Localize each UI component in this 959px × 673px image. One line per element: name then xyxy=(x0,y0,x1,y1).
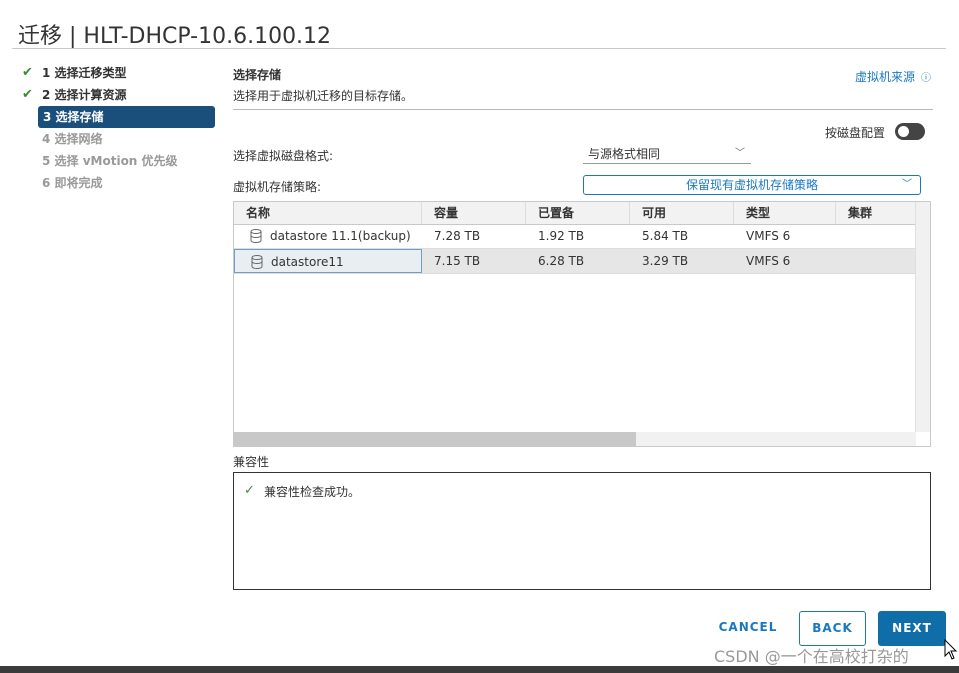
cell-free: 3.29 TB xyxy=(642,254,689,268)
column-header-name[interactable]: 名称 xyxy=(234,202,422,224)
taskbar-strip xyxy=(0,666,959,673)
cell-provisioned: 1.92 TB xyxy=(538,229,585,243)
cell-cluster xyxy=(836,224,916,248)
cell-capacity: 7.28 TB xyxy=(434,229,481,243)
cancel-button[interactable]: CANCEL xyxy=(712,611,784,646)
watermark: CSDN @一个在高校打杂的 xyxy=(714,647,909,666)
step-label: 6 即将完成 xyxy=(42,176,103,190)
back-button[interactable]: BACK xyxy=(799,611,866,646)
check-icon: ✔ xyxy=(22,65,33,80)
table-header: 名称 容量 已置备 可用 类型 集群 xyxy=(234,202,916,225)
step-label: 5 选择 vMotion 优先级 xyxy=(42,154,178,168)
column-header-capacity[interactable]: 容量 xyxy=(422,202,526,224)
column-header-cluster[interactable]: 集群 xyxy=(836,202,916,224)
step-label: 3 选择存储 xyxy=(43,110,104,124)
column-header-type[interactable]: 类型 xyxy=(734,202,836,224)
mouse-cursor-icon xyxy=(944,639,958,660)
per-disk-label: 按磁盘配置 xyxy=(825,126,886,140)
vertical-scrollbar[interactable] xyxy=(915,202,930,432)
cell-capacity: 7.15 TB xyxy=(434,254,481,268)
datastore-table: 名称 容量 已置备 可用 类型 集群 datastore 11.1(backup… xyxy=(233,201,931,447)
cell-type: VMFS 6 xyxy=(746,229,791,243)
section-title: 选择存储 xyxy=(233,68,282,82)
vm-origin-link[interactable]: 虚拟机来源 ⓘ xyxy=(855,68,931,85)
chevron-down-icon: ﹀ xyxy=(735,148,745,159)
table-row[interactable]: datastore 11.1(backup) 7.28 TB 1.92 TB 5… xyxy=(234,224,916,249)
datastore-icon xyxy=(250,229,262,243)
vm-origin-label: 虚拟机来源 xyxy=(854,70,915,84)
compatibility-panel: ✓ 兼容性检查成功。 xyxy=(233,472,931,590)
chevron-down-icon: ﹀ xyxy=(902,179,912,190)
cell-type: VMFS 6 xyxy=(746,254,791,268)
section-description: 选择用于虚拟机迁移的目标存储。 xyxy=(233,89,414,103)
info-icon: ⓘ xyxy=(921,73,931,84)
next-button[interactable]: NEXT xyxy=(878,611,946,646)
compatibility-label: 兼容性 xyxy=(233,455,270,469)
storage-policy-value: 保留现有虚拟机存储策略 xyxy=(685,178,818,192)
cell-cluster xyxy=(836,249,916,273)
step-3-active[interactable]: 3 选择存储 xyxy=(38,106,215,128)
per-disk-toggle[interactable] xyxy=(895,123,925,140)
step-1[interactable]: ✔ 1 选择迁移类型 xyxy=(22,62,216,84)
storage-policy-select[interactable]: 保留现有虚拟机存储策略 ﹀ xyxy=(583,175,921,195)
column-header-provisioned[interactable]: 已置备 xyxy=(526,202,630,224)
step-label: 4 选择网络 xyxy=(42,132,103,146)
table-row-selected[interactable]: datastore11 7.15 TB 6.28 TB 3.29 TB VMFS… xyxy=(234,249,916,274)
disk-format-value: 与源格式相同 xyxy=(588,147,661,161)
step-4: 4 选择网络 xyxy=(22,128,216,150)
cell-name: datastore 11.1(backup) xyxy=(234,224,422,248)
step-5: 5 选择 vMotion 优先级 xyxy=(22,150,216,172)
cell-provisioned: 6.28 TB xyxy=(538,254,585,268)
datastore-icon xyxy=(251,255,263,269)
storage-policy-label: 虚拟机存储策略: xyxy=(233,180,322,194)
horizontal-scrollbar[interactable] xyxy=(234,432,916,446)
datastore-name: datastore 11.1(backup) xyxy=(270,229,411,243)
disk-format-select[interactable]: 与源格式相同 ﹀ xyxy=(583,144,751,164)
step-6: 6 即将完成 xyxy=(22,172,216,194)
disk-format-label: 选择虚拟磁盘格式: xyxy=(233,149,334,163)
step-2[interactable]: ✔ 2 选择计算资源 xyxy=(22,84,216,106)
check-icon: ✔ xyxy=(22,87,33,102)
step-label: 1 选择迁移类型 xyxy=(42,66,127,80)
datastore-name: datastore11 xyxy=(271,255,344,269)
wizard-steps: ✔ 1 选择迁移类型 ✔ 2 选择计算资源 3 选择存储 4 选择网络 5 选择… xyxy=(22,62,216,194)
title-divider xyxy=(12,48,946,49)
section-divider xyxy=(233,109,933,110)
dialog-title: 迁移 | HLT-DHCP-10.6.100.12 xyxy=(18,24,332,49)
cell-name: datastore11 xyxy=(234,249,422,273)
column-header-free[interactable]: 可用 xyxy=(630,202,734,224)
compatibility-message: 兼容性检查成功。 xyxy=(264,485,361,499)
scrollbar-thumb[interactable] xyxy=(234,432,636,446)
step-label: 2 选择计算资源 xyxy=(42,88,127,102)
cell-free: 5.84 TB xyxy=(642,229,689,243)
check-icon: ✓ xyxy=(244,483,255,498)
toggle-knob xyxy=(898,126,909,137)
